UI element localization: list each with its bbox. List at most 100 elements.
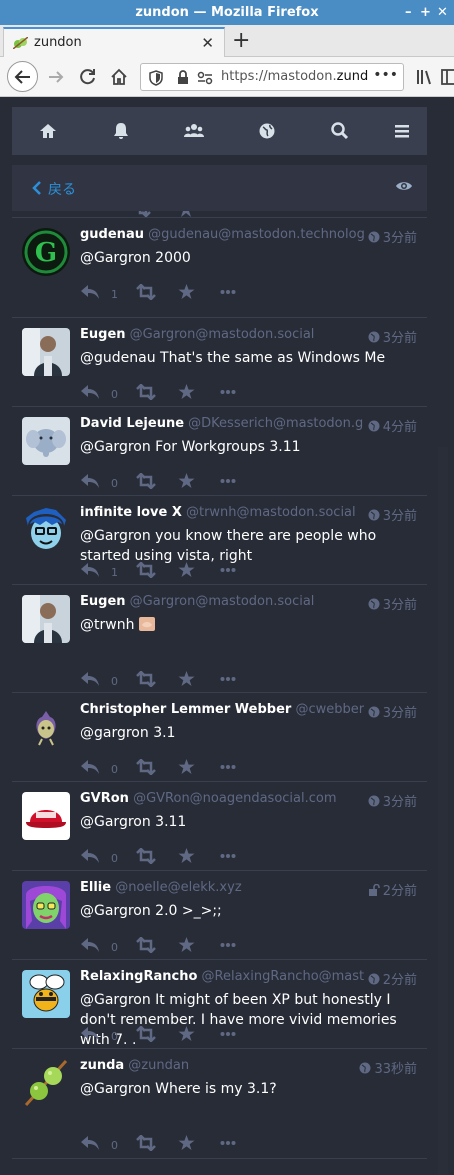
status-timestamp[interactable]: 4分前 (363, 416, 417, 435)
status-item[interactable]: Eugen @Gargron@mastodon.social 3分前 @trwnh … (12, 585, 427, 693)
reply-icon[interactable] (80, 473, 100, 493)
home-icon[interactable] (109, 67, 129, 87)
status-item[interactable]: David Lejeune @DKesserich@mastodon.g... 4… (12, 407, 427, 496)
status-timestamp[interactable]: 3分前 (363, 227, 417, 246)
avatar[interactable] (22, 417, 70, 465)
status-item[interactable]: Ellie @noelle@elekk.xyz 2分前 @Gargron 2.0 >… (12, 871, 427, 960)
display-name[interactable]: gudenau (80, 227, 144, 242)
display-name[interactable]: infinite love X (80, 505, 182, 520)
favourite-star-icon[interactable] (178, 284, 195, 304)
favourite-star-icon[interactable] (178, 848, 195, 868)
search-icon[interactable] (330, 121, 350, 141)
status-item[interactable]: Ggudenau @gudenau@mastodon.technology 3分前… (12, 218, 427, 318)
back-button[interactable]: 戻る (32, 179, 76, 199)
display-name[interactable]: zunda (80, 1058, 124, 1073)
back-button[interactable] (7, 61, 38, 92)
url-bar[interactable]: https://mastodon.zunda.n ••• (140, 63, 404, 91)
more-options-icon[interactable] (220, 937, 236, 957)
status-timestamp[interactable]: 3分前 (363, 594, 417, 613)
local-timeline-users-icon[interactable] (184, 121, 204, 141)
boost-icon[interactable] (136, 758, 156, 779)
forward-arrow-icon[interactable] (46, 67, 66, 87)
display-name[interactable]: GVRon (80, 791, 129, 806)
boost-icon[interactable] (136, 383, 156, 404)
library-icon[interactable] (416, 68, 434, 86)
status-item[interactable]: Christopher Lemmer Webber @cwebber... 3分前… (12, 693, 427, 782)
status-item[interactable]: zunda @zundan 33秒前 @Gargron Where is my 3.… (12, 1049, 427, 1159)
favourite-star-icon[interactable] (178, 1135, 195, 1155)
boost-icon[interactable] (136, 1025, 156, 1046)
close-tab-icon[interactable]: ✕ (201, 34, 214, 52)
avatar[interactable] (22, 792, 70, 840)
status-timestamp[interactable]: 3分前 (363, 702, 417, 721)
avatar[interactable]: G (22, 228, 70, 276)
avatar[interactable] (22, 328, 70, 376)
permissions-icon[interactable] (197, 71, 213, 85)
status-item[interactable]: infinite love X @trwnh@mastodon.social 3分… (12, 496, 427, 585)
shield-icon[interactable] (149, 70, 163, 86)
new-tab-icon[interactable]: + (232, 30, 250, 52)
scrollbar[interactable] (438, 447, 448, 1175)
status-item[interactable]: RelaxingRancho @RelaxingRancho@mast... 2分… (12, 960, 427, 1049)
favourite-star-icon[interactable] (178, 1026, 195, 1046)
reply-icon[interactable] (80, 759, 100, 779)
more-options-icon[interactable] (220, 284, 236, 304)
eye-icon[interactable] (395, 179, 413, 193)
status-timestamp[interactable]: 3分前 (363, 791, 417, 810)
reply-icon[interactable] (80, 562, 100, 582)
reload-icon[interactable] (78, 67, 98, 87)
status-timestamp[interactable]: 3分前 (363, 327, 417, 346)
menu-icon[interactable] (392, 121, 412, 141)
display-name[interactable]: RelaxingRancho (80, 969, 197, 984)
reply-icon[interactable] (80, 671, 100, 691)
tab-zundon[interactable]: zundon ✕ (3, 27, 225, 57)
reply-icon[interactable] (80, 384, 100, 404)
boost-icon[interactable] (136, 670, 156, 691)
status-timestamp[interactable]: 2分前 (363, 969, 417, 988)
federated-globe-icon[interactable] (257, 121, 277, 141)
more-options-icon[interactable] (220, 848, 236, 868)
boost-icon[interactable] (136, 936, 156, 957)
avatar[interactable] (22, 703, 70, 751)
more-options-icon[interactable] (220, 759, 236, 779)
display-name[interactable]: Eugen (80, 327, 126, 342)
more-options-icon[interactable] (220, 562, 236, 582)
favourite-star-icon[interactable] (178, 211, 194, 217)
display-name[interactable]: Ellie (80, 880, 111, 895)
notifications-bell-icon[interactable] (111, 121, 131, 141)
display-name[interactable]: Eugen (80, 594, 126, 609)
boost-icon[interactable] (136, 472, 156, 493)
home-tab-icon[interactable] (38, 121, 58, 141)
more-options-icon[interactable] (220, 473, 236, 493)
favourite-star-icon[interactable] (178, 671, 195, 691)
boost-icon[interactable] (136, 1134, 156, 1155)
favourite-star-icon[interactable] (178, 937, 195, 957)
avatar[interactable] (22, 970, 70, 1018)
more-options-icon[interactable] (220, 1026, 236, 1046)
status-timestamp[interactable]: 33秒前 (355, 1058, 417, 1077)
reply-icon[interactable] (80, 848, 100, 868)
minimize-icon[interactable]: – (405, 0, 412, 25)
maximize-icon[interactable]: + (420, 0, 431, 25)
display-name[interactable]: Christopher Lemmer Webber (80, 702, 291, 717)
avatar[interactable] (22, 506, 70, 554)
reply-icon[interactable] (80, 1026, 100, 1046)
avatar[interactable] (22, 881, 70, 929)
more-options-icon[interactable] (220, 384, 236, 404)
page-actions-icon[interactable]: ••• (369, 67, 398, 83)
boost-icon[interactable] (136, 847, 156, 868)
reply-icon[interactable] (80, 937, 100, 957)
close-window-icon[interactable]: ✕ (437, 0, 448, 25)
reply-icon[interactable] (80, 1135, 100, 1155)
more-options-icon[interactable] (220, 1135, 236, 1155)
status-timestamp[interactable]: 3分前 (363, 505, 417, 524)
retoot-icon[interactable] (135, 211, 151, 217)
status-timestamp[interactable]: 2分前 (363, 880, 417, 899)
status-item[interactable]: Eugen @Gargron@mastodon.social 3分前 @gudena… (12, 318, 427, 407)
status-item[interactable]: GVRon @GVRon@noagendasocial.com 3分前 @Gargr… (12, 782, 427, 871)
avatar[interactable] (22, 595, 70, 643)
sidebar-icon[interactable] (441, 68, 454, 86)
favourite-star-icon[interactable] (178, 759, 195, 779)
more-options-icon[interactable] (220, 671, 236, 691)
lock-icon[interactable] (177, 70, 189, 85)
